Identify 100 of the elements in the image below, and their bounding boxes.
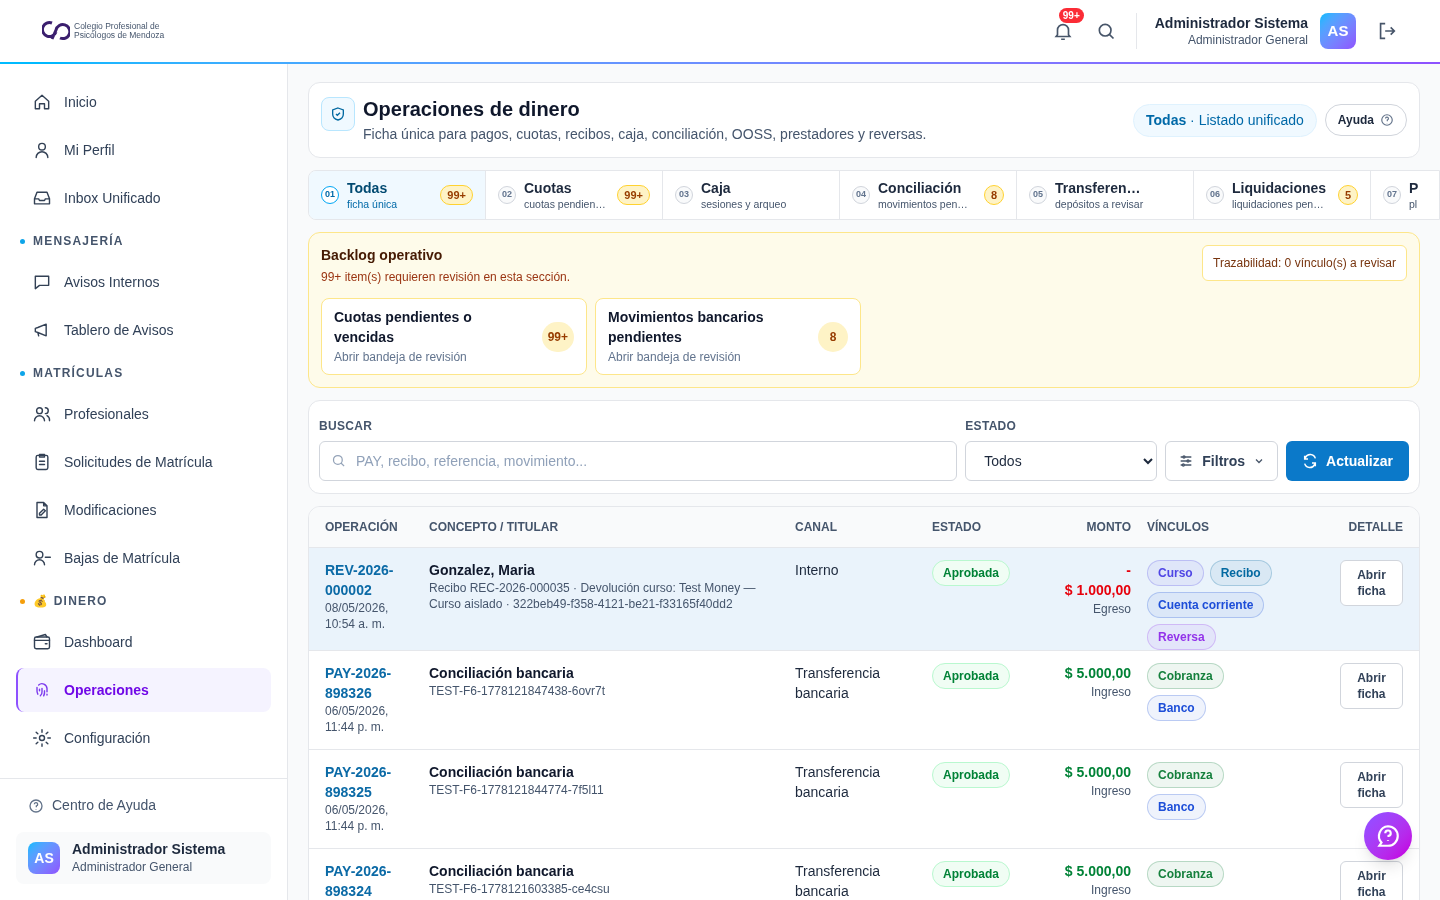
user-name: Administrador Sistema	[72, 840, 226, 858]
logo-text: Colegio Profesional de Psicólogos de Mendoza	[74, 22, 165, 40]
step-number: 04	[852, 186, 870, 204]
sidebar-item[interactable]: Solicitudes de Matrícula	[16, 440, 271, 484]
help-icon	[28, 797, 44, 814]
link-tag[interactable]: Recibo	[1209, 559, 1272, 586]
operation-date: 08/05/2026, 10:54 a. m.	[325, 599, 390, 632]
tab-caption: pl	[1409, 197, 1419, 211]
backlog-card[interactable]: Cuotas pendientes o vencidas Abrir bandeja de revisión 99+	[321, 298, 587, 375]
help-icon	[1380, 113, 1394, 127]
tab[interactable]: 01 Todas ficha única 99+	[309, 171, 486, 219]
scope-badge: Todas · Listado unificado	[1133, 103, 1317, 137]
help-center-link[interactable]: Centro de Ayuda	[52, 795, 157, 816]
operation-date: 06/05/2026, 11:44 p. m.	[325, 801, 390, 834]
column-header: ESTADO	[932, 507, 1037, 547]
step-number: 03	[675, 186, 693, 204]
tab-label: P	[1409, 179, 1420, 197]
count-badge: 8	[818, 321, 848, 352]
status-badge: Aprobada	[932, 559, 1010, 586]
nav-icon	[32, 140, 52, 160]
tab-caption: liquidaciones pen…	[1232, 197, 1325, 211]
section-heading: MENSAJERÍA	[33, 232, 124, 250]
sidebar-item[interactable]: Mi Perfil	[16, 128, 271, 172]
channel-text: Interno	[795, 560, 840, 580]
sidebar-item[interactable]: Profesionales	[16, 392, 271, 436]
open-record-button[interactable]: Abrir ficha	[1340, 662, 1403, 709]
table-row[interactable]: PAY-2026-898326 06/05/2026, 11:44 p. m. Conciliación bancaria TEST-F6-1778121847438-6ovr7t Transferencia bancaria Aprobada $ 5.000,00 Ingreso Cobranza Banco Abrir ficha	[309, 650, 1419, 749]
count-badge: 99+	[440, 185, 473, 205]
sidebar-item[interactable]: Modificaciones	[16, 488, 271, 532]
tab-label: Cuotas	[524, 179, 573, 197]
notification-badge: 99+	[1058, 8, 1084, 23]
table-row[interactable]: PAY-2026-898325 06/05/2026, 11:44 p. m. Conciliación bancaria TEST-F6-1778121844774-7f5l11 Transferencia bancaria Aprobada $ 5.000,00 Ingreso Cobranza Banco Abrir ficha	[309, 749, 1419, 848]
sidebar-item[interactable]: Bajas de Matrícula	[16, 536, 271, 580]
channel-text: Transferencia bancaria	[795, 762, 882, 802]
count-badge: 5	[1337, 185, 1358, 205]
sidebar-item[interactable]: Dashboard	[16, 620, 271, 664]
column-header: OPERACIÓN	[309, 507, 429, 547]
concept-title: Gonzalez, Maria	[429, 560, 536, 580]
sidebar-item[interactable]: Operaciones	[16, 668, 271, 712]
operation-link[interactable]: REV-2026-000002	[325, 559, 421, 600]
tab-caption: movimientos pen…	[878, 197, 969, 211]
channel-text: Transferencia bancaria	[795, 861, 882, 900]
amount-text: $ 5.000,00	[1063, 762, 1131, 782]
link-tag[interactable]: Cobranza	[1147, 662, 1224, 689]
concept-detail: TEST-F6-1778121603385-ce4csu	[429, 880, 611, 897]
operation-link[interactable]: PAY-2026-898326	[325, 662, 421, 703]
backlog-card[interactable]: Movimientos bancarios pendientes Abrir bandeja de revisión 8	[595, 298, 861, 375]
search-field[interactable]: PAY, recibo, referencia, movimiento...	[319, 441, 958, 481]
table-row[interactable]: PAY-2026-898324 Conciliación bancaria TEST-F6-1778121603385-ce4csu Transferencia bancaria Aprobada $ 5.000,00 Ingreso Cobranza Abrir ficha	[309, 848, 1419, 900]
sidebar-item[interactable]: Inbox Unificado	[16, 176, 271, 220]
link-tag[interactable]: Cobranza	[1147, 860, 1224, 887]
link-tag[interactable]: Reversa	[1147, 623, 1216, 650]
user-card[interactable]: AS Administrador Sistema Administrador General	[16, 832, 271, 884]
search-label: BUSCAR	[319, 418, 374, 435]
open-record-button[interactable]: Abrir ficha	[1340, 559, 1403, 606]
step-number: 02	[498, 186, 516, 204]
count-badge: 8	[983, 185, 1004, 205]
nav-icon	[32, 452, 52, 472]
column-header: CANAL	[795, 507, 932, 547]
operation-date: 06/05/2026, 11:44 p. m.	[325, 702, 390, 735]
nav-icon	[32, 548, 52, 568]
link-tag[interactable]: Cobranza	[1147, 761, 1224, 788]
backlog-title: Backlog operativo	[321, 246, 443, 265]
user-role: Administrador General	[1186, 32, 1308, 48]
concept-title: Conciliación bancaria	[429, 762, 575, 782]
operation-link[interactable]: PAY-2026-898324	[325, 860, 421, 900]
concept-title: Conciliación bancaria	[429, 861, 575, 881]
status-select[interactable]: Todos	[965, 441, 1158, 481]
status-badge: Aprobada	[932, 761, 1010, 788]
tab-label: Todas	[347, 179, 389, 197]
sidebar-item[interactable]: Tablero de Avisos	[16, 308, 271, 352]
amount-text: $ 1.000,00	[1063, 580, 1131, 600]
column-header: MONTO	[1037, 507, 1147, 547]
concept-title: Conciliación bancaria	[429, 663, 575, 683]
step-number: 07	[1383, 186, 1401, 204]
section-heading: MATRÍCULAS	[33, 364, 124, 382]
sidebar-item[interactable]: Inicio	[16, 80, 271, 124]
flow-type: Ingreso	[1089, 683, 1131, 701]
link-tag[interactable]: Banco	[1147, 793, 1206, 820]
tab-label: Transferen…	[1055, 179, 1142, 197]
link-tag[interactable]: Curso	[1147, 559, 1204, 586]
concept-detail: TEST-F6-1778121844774-7f5l11	[429, 781, 605, 798]
refresh-button[interactable]: Actualizar	[1286, 441, 1409, 481]
sidebar-item[interactable]: Avisos Internos	[16, 260, 271, 304]
tab-caption: depósitos a revisar	[1055, 197, 1145, 211]
column-header: VÍNCULOS	[1147, 507, 1297, 547]
amount-text: $ 5.000,00	[1063, 861, 1131, 881]
link-tag[interactable]: Banco	[1147, 694, 1206, 721]
open-record-button[interactable]: Abrir ficha	[1340, 761, 1403, 808]
filters-button[interactable]: Filtros	[1165, 441, 1279, 481]
backlog-message: 99+ item(s) requieren revisión en esta sección.	[321, 269, 571, 286]
shield-icon	[321, 97, 355, 131]
column-header: CONCEPTO / TITULAR	[429, 507, 795, 547]
link-tag[interactable]: Cuenta corriente	[1147, 591, 1265, 618]
status-badge: Aprobada	[932, 860, 1010, 887]
flow-type: Ingreso	[1089, 881, 1131, 899]
open-record-button[interactable]: Abrir ficha	[1340, 860, 1403, 900]
operation-link[interactable]: PAY-2026-898325	[325, 761, 421, 802]
sidebar-item[interactable]: Configuración	[16, 716, 271, 760]
section-heading: 💰 DINERO	[33, 593, 108, 610]
